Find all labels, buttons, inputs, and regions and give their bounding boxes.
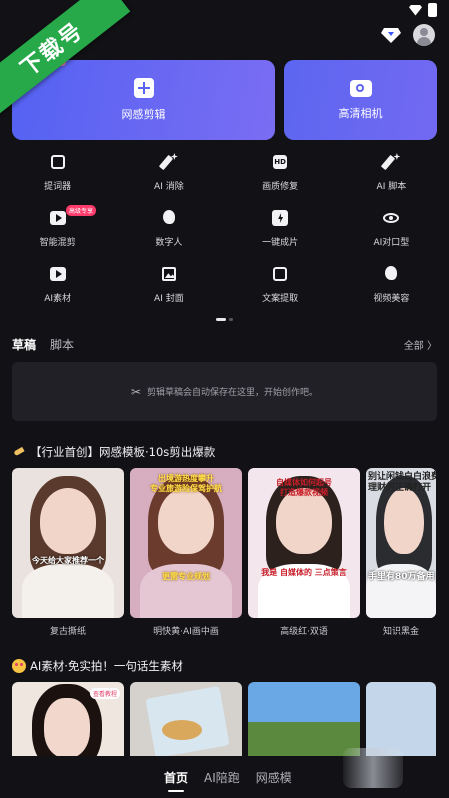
section-template-title: 【行业首创】网感模板·10s剪出爆款 [12, 444, 215, 460]
thumb-caption: 出境游热度攀升 专业旅游险保驾护航 [150, 474, 222, 493]
hero-camera-label: 高清相机 [338, 106, 383, 120]
bottom-nav: 首页 AI陪跑 网感模 [0, 748, 449, 798]
tool-text-extract[interactable]: 文案提取 [225, 265, 336, 307]
avatar-icon[interactable] [413, 24, 435, 46]
tool-label: 提词器 [44, 182, 72, 192]
page-indicator [216, 318, 233, 321]
hd-icon: HD [271, 153, 289, 171]
draft-empty-state: ✂ 剪辑草稿会自动保存在这里，开始创作吧。 [12, 362, 437, 421]
template-label: 知识黑金 [382, 627, 419, 637]
thumb-caption: 今天给大家推荐一个 [32, 556, 104, 565]
plus-square-icon [133, 78, 154, 98]
tool-digital-human[interactable]: 数字人 [113, 209, 224, 251]
tool-label: 数字人 [155, 238, 183, 248]
thumb-caption: 别让闲钱白白浪费 理财的正确打开 [368, 472, 436, 493]
template-label: 高级红·双语 [280, 627, 328, 637]
tool-label: 视频美容 [373, 294, 410, 304]
tool-label: AI 脚本 [376, 182, 407, 192]
battery-icon [428, 3, 437, 17]
rocket-icon [12, 446, 26, 458]
heart-eyes-emoji-icon [12, 659, 26, 673]
tools-grid: 提词器 AI 消除 HD 画质修复 AI 脚本 高级专享 智能混剪 数字人 一键… [2, 153, 447, 307]
thumb-caption: 手里有80万备用 [368, 572, 435, 582]
template-label: 复古撕纸 [49, 627, 86, 637]
hero-edit-label: 网感剪辑 [121, 108, 166, 121]
tab-scripts[interactable]: 脚本 [50, 336, 74, 353]
template-thumbnail: 自媒体如何起号 打造爆款视频 我是 自媒体的 三点策言 [248, 468, 360, 618]
draft-empty-text: 剪辑草稿会自动保存在这里，开始创作吧。 [147, 388, 319, 398]
thumb-caption: 更需专业规划 [162, 572, 210, 581]
hero-camera-button[interactable]: 高清相机 [284, 60, 437, 140]
image-icon [160, 265, 178, 283]
tool-one-click[interactable]: 一键成片 [225, 209, 336, 251]
material-card[interactable] [248, 682, 360, 762]
material-card[interactable] [130, 682, 242, 762]
tool-video-beauty[interactable]: 视频美容 [336, 265, 447, 307]
ai-eraser-icon [158, 153, 178, 171]
template-card[interactable]: 自媒体如何起号 打造爆款视频 我是 自媒体的 三点策言 高级红·双语 [248, 468, 360, 637]
digital-human-icon [160, 209, 178, 227]
ai-material-icon [49, 265, 67, 283]
tool-smart-mix[interactable]: 高级专享 智能混剪 [2, 205, 113, 251]
text-extract-icon [271, 265, 289, 283]
tool-lip-sync[interactable]: AI对口型 [336, 209, 447, 251]
nav-ai-companion[interactable]: AI陪跑 [204, 769, 240, 786]
tool-label: AI 封面 [154, 294, 184, 304]
nav-templates[interactable]: 网感模 [256, 769, 292, 786]
tool-label: AI素材 [44, 294, 72, 304]
tool-label: 智能混剪 [39, 238, 76, 248]
tool-label: 文案提取 [262, 294, 299, 304]
template-card[interactable]: 出境游热度攀升 专业旅游险保驾护航 更需专业规划 明快黄·AI画中画 [130, 468, 242, 637]
view-all-link[interactable]: 全部 〉 [404, 337, 437, 352]
thumb-caption: 自媒体如何起号 打造爆款视频 [276, 478, 332, 497]
teleprompter-icon [49, 153, 67, 171]
diamond-icon[interactable] [381, 26, 401, 44]
watermark [343, 748, 403, 788]
tutorial-tag[interactable]: 查看教程 [89, 688, 120, 699]
tool-label: AI对口型 [373, 238, 410, 248]
template-card[interactable]: 今天给大家推荐一个 复古撕纸 [12, 468, 124, 637]
nav-home[interactable]: 首页 [164, 769, 188, 792]
tool-ai-material[interactable]: AI素材 [2, 265, 113, 307]
template-label: 明快黄·AI画中画 [153, 627, 219, 637]
lips-icon [382, 209, 400, 227]
premium-badge: 高级专享 [66, 205, 97, 216]
tab-drafts[interactable]: 草稿 [12, 336, 36, 353]
tool-label: AI 消除 [154, 182, 184, 192]
ai-pen-icon [381, 153, 401, 171]
tool-quality-repair[interactable]: HD 画质修复 [225, 153, 336, 195]
template-thumbnail: 别让闲钱白白浪费 理财的正确打开 手里有80万备用 [366, 468, 436, 618]
material-card[interactable]: 查看教程 [12, 682, 124, 762]
beauty-icon [382, 265, 400, 283]
tool-ai-cover[interactable]: AI 封面 [113, 265, 224, 307]
section-title-text: 【行业首创】网感模板·10s剪出爆款 [30, 445, 216, 459]
template-card[interactable]: 别让闲钱白白浪费 理财的正确打开 手里有80万备用 知识黑金 [366, 468, 436, 637]
template-thumbnail: 出境游热度攀升 专业旅游险保驾护航 更需专业规划 [130, 468, 242, 618]
bolt-icon [271, 209, 289, 227]
tool-label: 画质修复 [262, 182, 299, 192]
tool-teleprompter[interactable]: 提词器 [2, 153, 113, 195]
play-icon [49, 209, 67, 227]
tool-ai-eraser[interactable]: AI 消除 [113, 153, 224, 195]
section-title-text: AI素材·免实拍！一句话生素材 [30, 659, 183, 673]
thumb-caption: 我是 自媒体的 三点策言 [261, 568, 347, 577]
tool-label: 一键成片 [262, 238, 299, 248]
camera-icon [349, 79, 372, 97]
tool-ai-script[interactable]: AI 脚本 [336, 153, 447, 195]
template-thumbnail: 今天给大家推荐一个 [12, 468, 124, 618]
scissors-icon: ✂ [130, 384, 142, 399]
section-material-title: AI素材·免实拍！一句话生素材 [12, 658, 183, 674]
wifi-icon [409, 4, 422, 16]
